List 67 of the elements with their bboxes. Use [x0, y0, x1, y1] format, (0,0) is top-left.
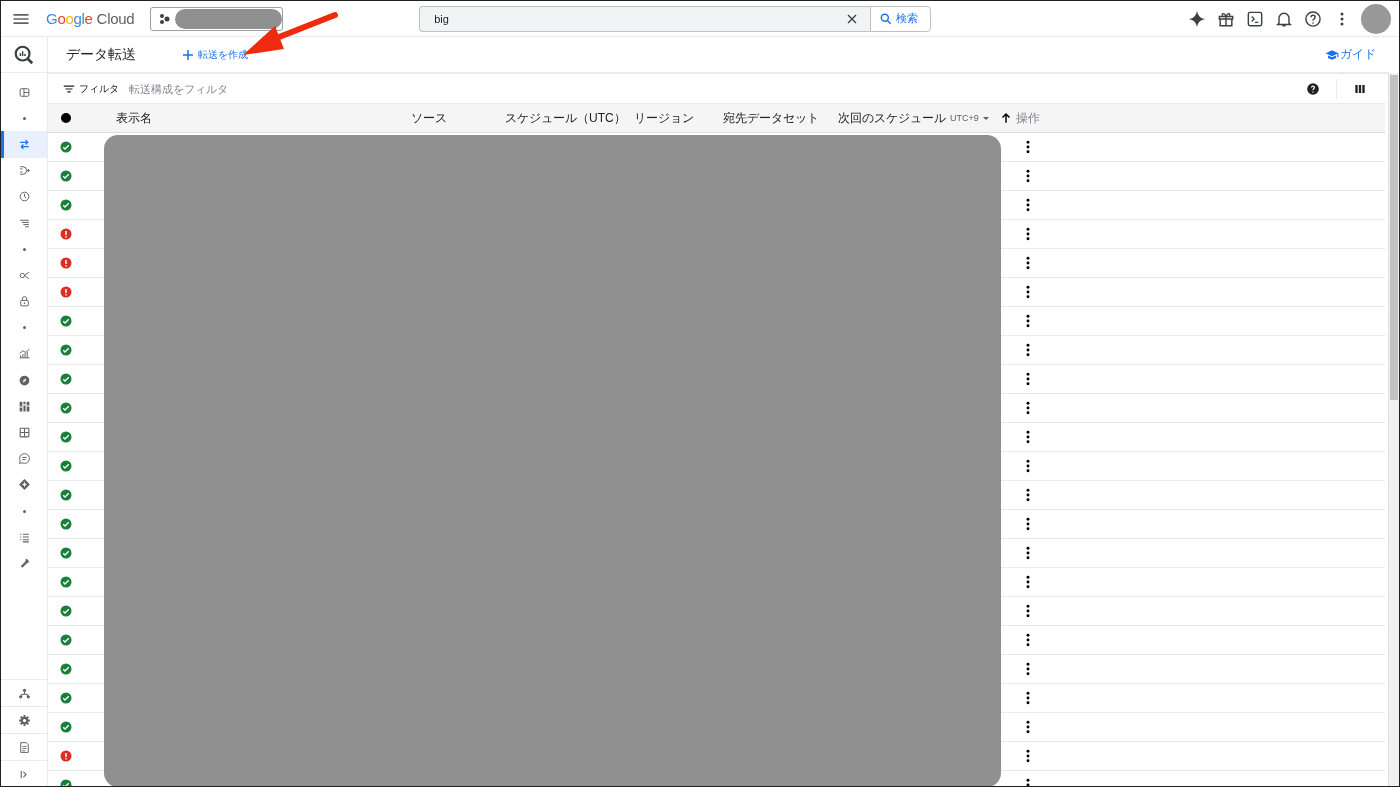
dot-icon: [22, 509, 26, 513]
check-circle-icon: [60, 663, 72, 675]
search-field[interactable]: big: [419, 5, 871, 32]
search-button[interactable]: 検索: [870, 5, 932, 32]
check-circle-icon: [60, 170, 72, 182]
dot-icon: [22, 247, 26, 251]
check-circle-icon: [60, 460, 72, 472]
dot-icon: [22, 326, 26, 330]
hierarchy-icon[interactable]: [17, 686, 31, 700]
notes-icon[interactable]: [17, 740, 31, 754]
dot-icon: [22, 116, 26, 120]
check-circle-icon: [60, 141, 72, 153]
check-circle-icon: [60, 721, 72, 733]
logo[interactable]: Google Cloud: [46, 10, 135, 27]
check-circle-icon: [60, 402, 72, 414]
magnifier-chart-icon[interactable]: [13, 43, 35, 66]
scrollbar[interactable]: [1390, 75, 1398, 400]
check-circle-icon: [60, 692, 72, 704]
search-icon: [879, 11, 894, 26]
table-icon[interactable]: [17, 426, 31, 440]
clock-icon[interactable]: [17, 190, 31, 204]
check-circle-icon: [60, 547, 72, 559]
page-title: データ転送: [66, 45, 136, 64]
pipeline-icon[interactable]: [17, 164, 31, 178]
error-icon: [60, 257, 72, 269]
column-header[interactable]: 次回のスケジュール: [838, 109, 946, 127]
column-header[interactable]: 宛先データセット: [723, 109, 819, 127]
timezone-dropdown[interactable]: UTC+9: [950, 113, 991, 123]
column-header[interactable]: スケジュール（UTC）: [505, 109, 626, 127]
column-header[interactable]: 操作: [1016, 109, 1040, 127]
nodes-icon: [159, 12, 172, 25]
check-circle-icon: [60, 315, 72, 327]
column-header[interactable]: リージョン: [634, 109, 694, 127]
brand-name: Google: [46, 10, 93, 27]
column-header[interactable]: ソース: [411, 109, 447, 127]
chat-icon[interactable]: [17, 452, 31, 466]
error-icon: [60, 286, 72, 298]
check-circle-icon: [60, 373, 72, 385]
check-circle-icon: [60, 605, 72, 617]
chart-icon[interactable]: [17, 347, 31, 361]
panel-icon[interactable]: [17, 85, 31, 99]
filter-button[interactable]: フィルタ: [62, 81, 119, 96]
help-icon[interactable]: [1306, 81, 1320, 96]
column-header[interactable]: 表示名: [116, 109, 152, 127]
compass-icon[interactable]: [17, 373, 31, 387]
grid-icon[interactable]: [17, 399, 31, 413]
check-circle-icon: [60, 199, 72, 211]
search-input[interactable]: big: [432, 11, 845, 26]
help-icon[interactable]: [1303, 8, 1323, 29]
guide-link[interactable]: ガイド: [1325, 46, 1376, 63]
check-circle-icon: [60, 431, 72, 443]
check-circle-icon: [60, 518, 72, 530]
avatar[interactable]: [1361, 3, 1391, 34]
check-circle-icon: [60, 489, 72, 501]
check-circle-icon: [60, 576, 72, 588]
project-picker[interactable]: [150, 6, 284, 31]
check-circle-icon: [60, 344, 72, 356]
status-dot-icon: [60, 112, 72, 124]
create-transfer-button[interactable]: 転送を作成: [180, 45, 250, 64]
error-icon: [60, 750, 72, 762]
error-icon: [60, 228, 72, 240]
plus-icon: [182, 48, 194, 61]
settings-icon[interactable]: [17, 713, 31, 727]
transfer-icon[interactable]: [17, 137, 31, 151]
diamond-icon[interactable]: [17, 478, 31, 492]
lock-icon[interactable]: [17, 295, 31, 309]
check-circle-icon: [60, 634, 72, 646]
